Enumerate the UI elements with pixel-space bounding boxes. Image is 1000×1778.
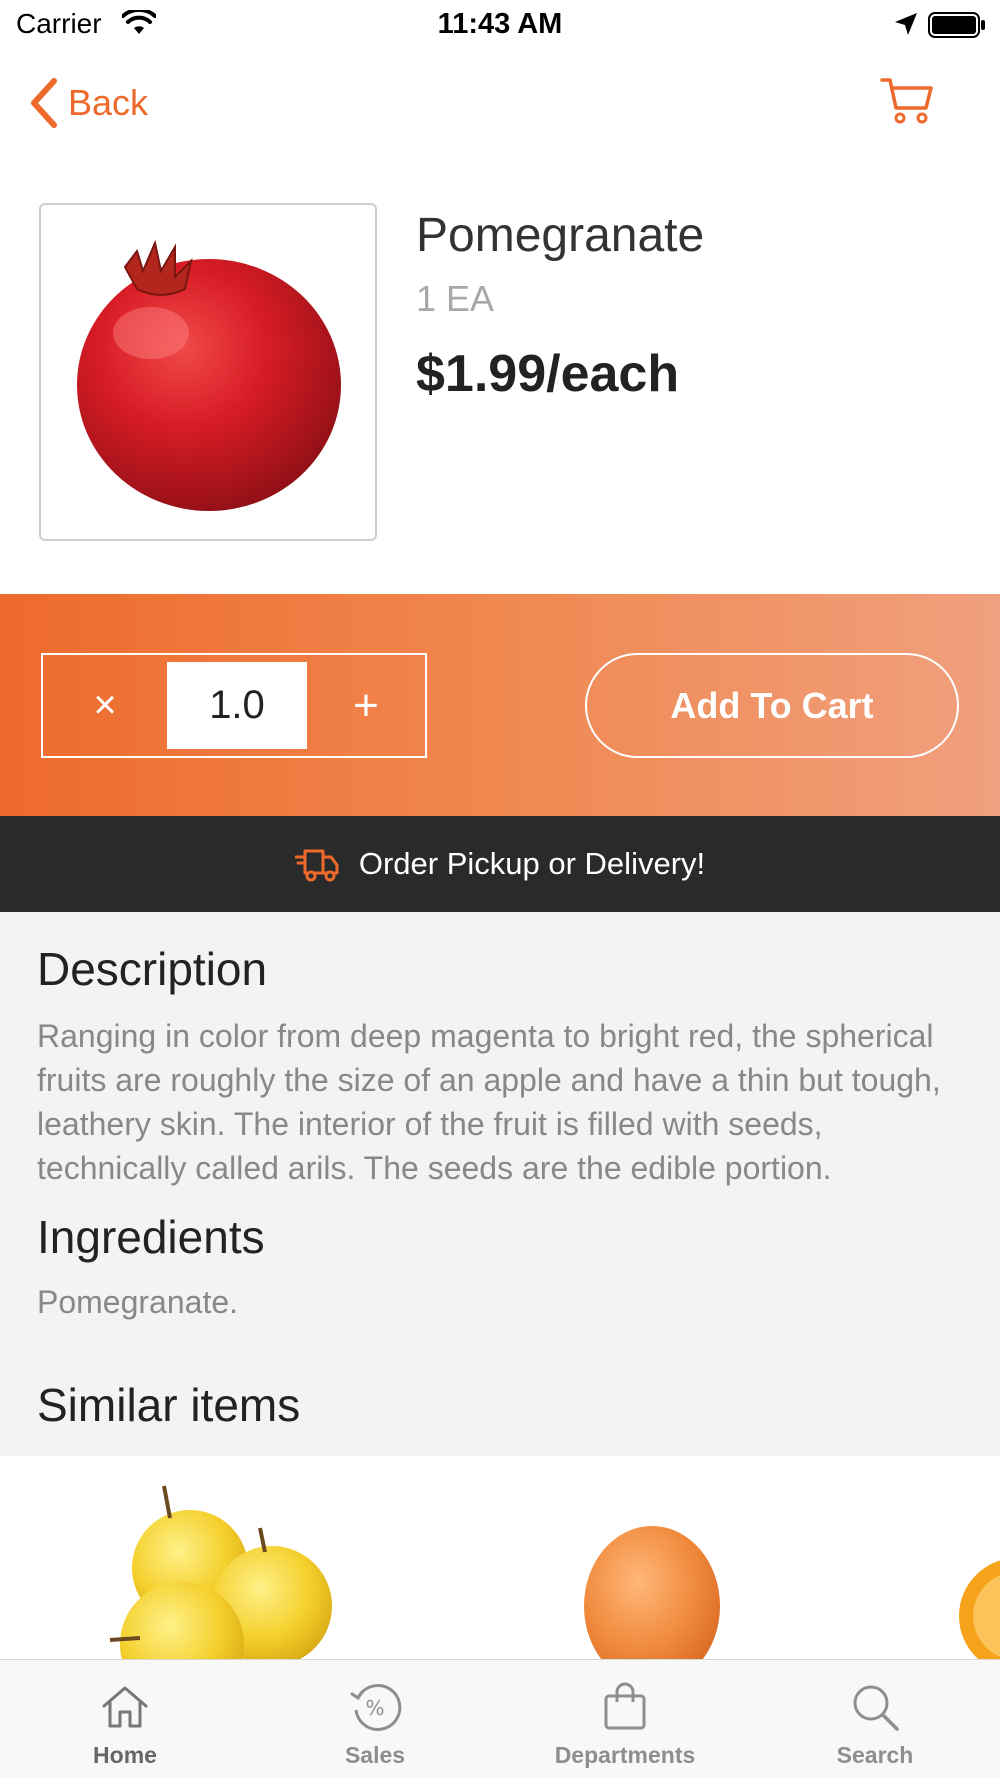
tab-home[interactable]: Home <box>0 1660 250 1778</box>
back-label: Back <box>68 82 149 123</box>
product-name: Pomegranate <box>416 209 705 262</box>
similar-items-heading: Similar items <box>37 1379 301 1431</box>
quantity-value[interactable]: 1.0 <box>167 662 307 749</box>
svg-text:%: % <box>365 1696 384 1720</box>
departments-icon <box>604 1682 646 1730</box>
status-bar: Carrier 11:43 AM <box>0 0 1000 50</box>
similar-items-carousel[interactable] <box>0 1456 1000 1660</box>
tab-sales[interactable]: % Sales <box>250 1660 500 1778</box>
product-image <box>39 203 377 541</box>
delivery-text: Order Pickup or Delivery! <box>358 846 706 881</box>
quantity-add-button[interactable]: + <box>307 655 425 756</box>
tab-departments[interactable]: Departments <box>500 1660 750 1778</box>
tab-home-label: Home <box>93 1742 157 1768</box>
status-time: 11:43 AM <box>437 8 563 40</box>
add-to-cart-button[interactable]: Add To Cart <box>585 653 959 758</box>
pomegranate-image <box>77 239 341 511</box>
battery-icon <box>928 12 985 38</box>
similar-item-apricot[interactable] <box>570 1456 730 1660</box>
tab-search[interactable]: Search <box>750 1660 1000 1778</box>
quantity-remove-button[interactable]: × <box>43 655 167 756</box>
search-icon <box>853 1685 899 1731</box>
info-section: Description Ranging in color from deep m… <box>0 912 1000 1456</box>
description-body: Ranging in color from deep magenta to br… <box>37 1018 941 1186</box>
similar-item-orange[interactable] <box>955 1456 1000 1660</box>
delivery-banner[interactable]: Order Pickup or Delivery! <box>0 816 1000 912</box>
tab-search-label: Search <box>836 1742 914 1768</box>
tab-bar: Home % Sales Departments Search <box>0 1659 1000 1778</box>
quantity-stepper: × 1.0 + <box>41 653 427 758</box>
home-icon <box>102 1686 148 1728</box>
cart-icon[interactable] <box>880 74 934 126</box>
description-heading: Description <box>37 943 268 995</box>
back-button[interactable]: Back <box>28 76 148 130</box>
similar-item-apples[interactable] <box>100 1456 350 1660</box>
tab-sales-label: Sales <box>344 1742 406 1768</box>
ingredients-body: Pomegranate. <box>37 1284 239 1320</box>
product-price: $1.99/each <box>416 345 680 403</box>
tab-departments-label: Departments <box>554 1742 696 1768</box>
location-arrow-icon <box>895 13 917 35</box>
back-chevron-icon <box>31 78 57 128</box>
truck-icon <box>294 849 339 882</box>
ingredients-heading: Ingredients <box>37 1211 265 1263</box>
sales-icon: % <box>350 1684 402 1731</box>
product-unit: 1 EA <box>416 278 495 319</box>
